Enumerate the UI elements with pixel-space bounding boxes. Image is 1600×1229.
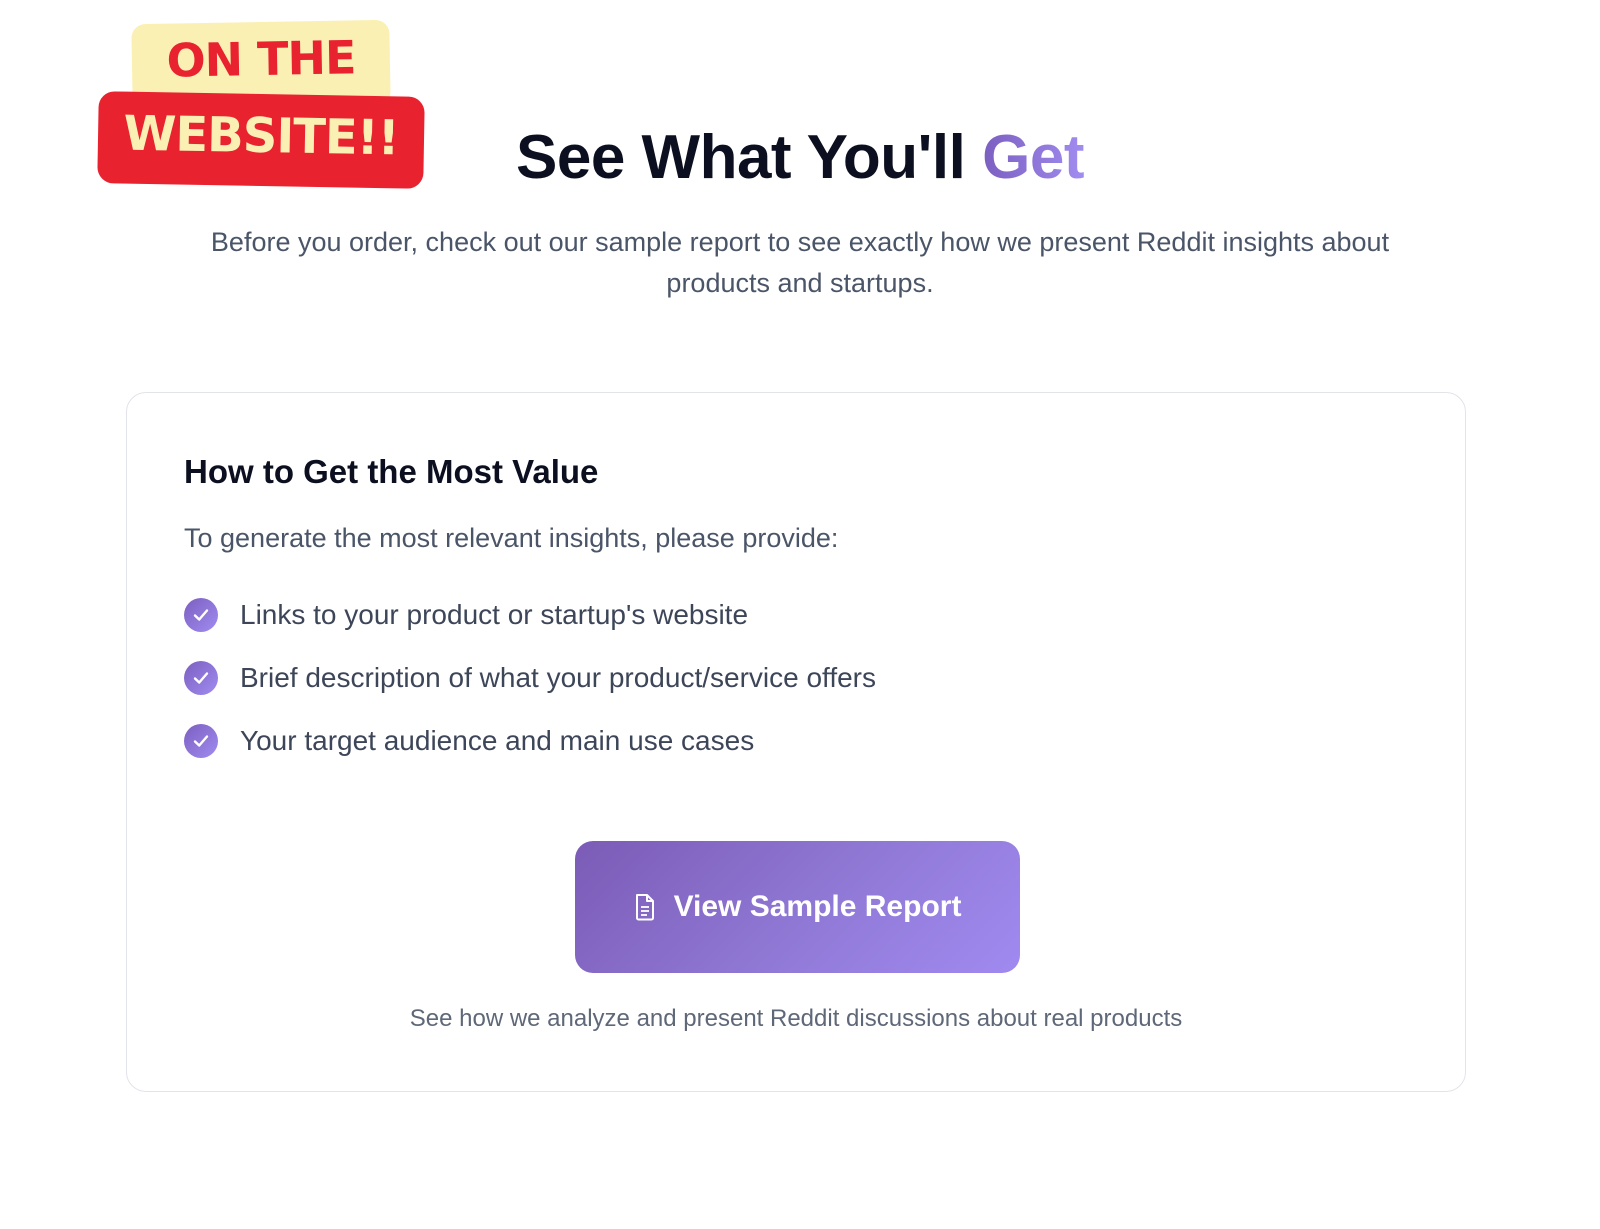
card-title: How to Get the Most Value — [184, 453, 599, 490]
list-item-label: Brief description of what your product/s… — [240, 661, 877, 693]
requirements-list: Links to your product or startup's websi… — [184, 583, 876, 772]
list-item-label: Your target audience and main use cases — [240, 724, 755, 756]
document-icon — [634, 893, 656, 921]
page: ON THE WEBSITE!! See What You'll Get Bef… — [0, 0, 1600, 1229]
check-circle-icon — [184, 597, 218, 632]
view-sample-report-label: View Sample Report — [673, 890, 962, 923]
value-card: How to Get the Most Value To generate th… — [126, 392, 1466, 1092]
check-circle-icon — [184, 660, 218, 695]
list-item: Your target audience and main use cases — [184, 709, 876, 772]
sticker-line-1: ON THE — [166, 30, 356, 88]
list-item: Links to your product or startup's websi… — [184, 583, 876, 646]
list-item: Brief description of what your product/s… — [184, 646, 876, 709]
sample-report-note: See how we analyze and present Reddit di… — [409, 1005, 1183, 1032]
page-subtitle: Before you order, check out our sample r… — [210, 227, 1390, 298]
card-intro: To generate the most relevant insights, … — [184, 523, 839, 553]
page-title: See What You'll Get — [0, 123, 1600, 192]
view-sample-report-button[interactable]: View Sample Report — [575, 841, 1020, 973]
check-circle-icon — [184, 723, 218, 758]
page-title-accent: Get — [982, 123, 1084, 192]
list-item-label: Links to your product or startup's websi… — [240, 598, 749, 630]
page-title-main: See What You'll — [516, 123, 966, 192]
